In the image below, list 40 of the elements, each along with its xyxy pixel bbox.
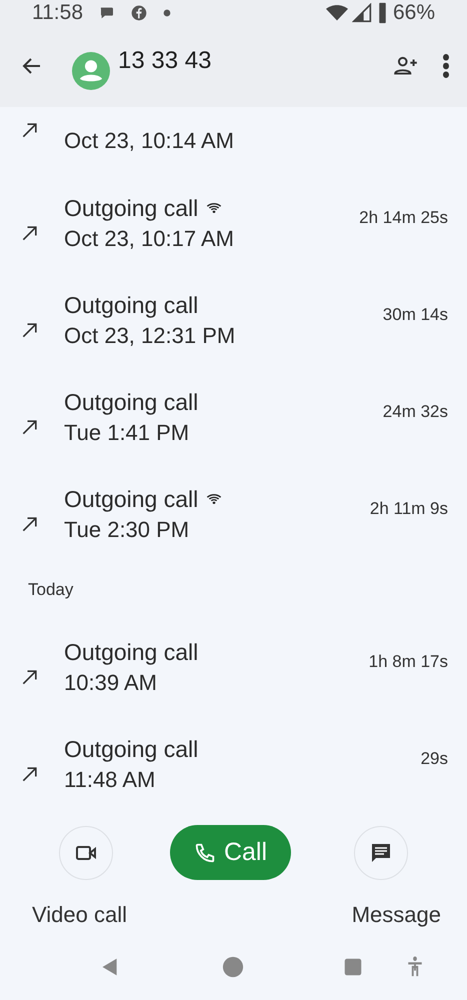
status-time: 11:58: [32, 0, 83, 26]
call-type: Outgoing call: [64, 736, 198, 764]
call-time: Tue 1:41 PM: [64, 420, 190, 446]
more-vertical-icon: [443, 54, 449, 78]
call-time: Oct 23, 12:31 PM: [64, 323, 236, 350]
recents-square-icon: [344, 958, 362, 976]
call-type: Outgoing call: [64, 194, 198, 222]
call-type: Outgoing call: [64, 638, 198, 666]
call-duration: 24m 32s: [382, 401, 448, 423]
message-button[interactable]: [354, 826, 408, 880]
call-button[interactable]: Call: [170, 825, 292, 880]
section-header: Today: [27, 579, 74, 601]
call-duration: 2h 11m 9s: [370, 498, 448, 520]
video-call-button[interactable]: [59, 826, 113, 880]
phone-icon: [194, 842, 216, 864]
call-duration: 2h 14m 25s: [359, 207, 448, 229]
call-duration: 29s: [420, 748, 448, 770]
avatar-icon: [72, 52, 110, 90]
call-duration: 1h 8m 17s: [368, 651, 448, 673]
home-circle-icon: [222, 956, 244, 978]
call-time: 11:48 AM: [64, 767, 156, 794]
message-label: Message: [352, 901, 441, 929]
call-type: Outgoing call: [64, 388, 198, 416]
dot-icon: [163, 8, 171, 16]
call-time: Oct 23, 10:17 AM: [64, 226, 234, 252]
battery-percent: 66%: [392, 0, 435, 26]
accessibility-icon: [406, 956, 424, 978]
notification-circle-icon: [131, 4, 147, 20]
signal-icon: [352, 2, 372, 22]
contact-number: 13 33 43: [118, 46, 212, 76]
call-time: Tue 2:30 PM: [64, 517, 190, 544]
more-options-button[interactable]: [443, 54, 449, 78]
call-time: Oct 23, 10:14 AM: [64, 128, 234, 154]
video-call-label: Video call: [32, 901, 127, 929]
call-type: Outgoing call: [64, 292, 198, 320]
call-duration: 30m 14s: [382, 304, 448, 326]
call-type: Outgoing call: [64, 486, 198, 514]
call-time: 10:39 AM: [64, 670, 158, 696]
wifi-icon: [326, 2, 348, 22]
chat-bubble-icon: [99, 4, 115, 20]
